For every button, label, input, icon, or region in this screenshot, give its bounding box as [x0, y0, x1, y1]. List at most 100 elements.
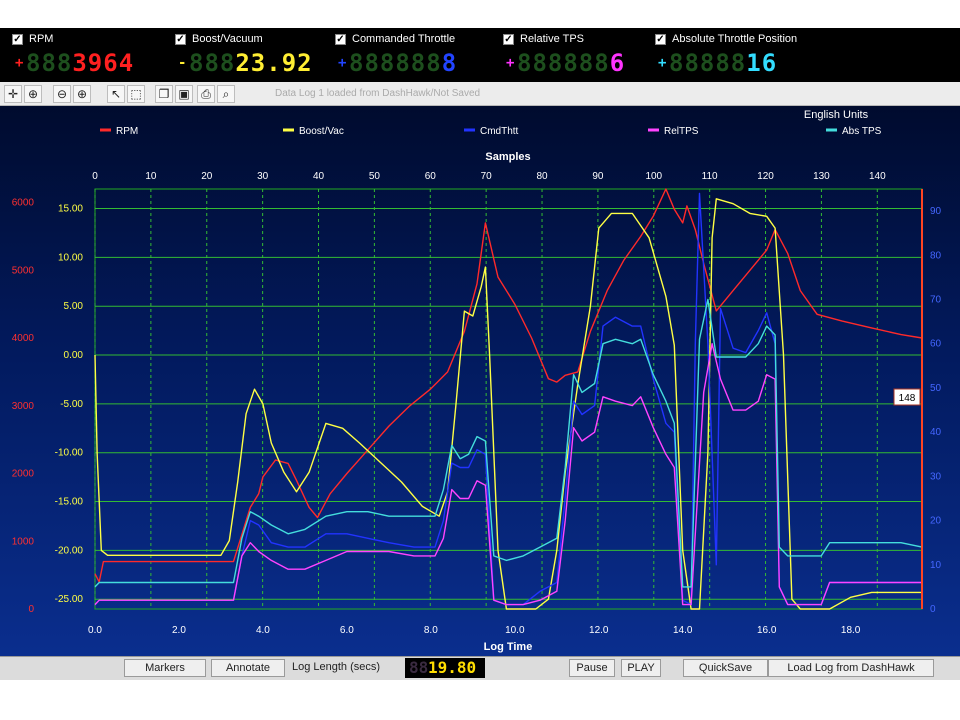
top-tick-label: 100: [645, 171, 662, 182]
rpm-tick-label: 5000: [12, 265, 35, 276]
quicksave-button[interactable]: QuickSave: [683, 659, 768, 677]
gauge-commanded-throttle: ✓ Commanded Throttle + 8888888: [335, 28, 500, 82]
commanded-throttle-checkbox[interactable]: ✓: [335, 34, 346, 45]
log-status-text: Data Log 1 loaded from DashHawk/Not Save…: [275, 88, 481, 99]
crosshair-icon[interactable]: ✛: [4, 85, 22, 103]
print-preview-icon[interactable]: ⌕: [217, 85, 235, 103]
relative-tps-ghost-digits: 888888: [517, 49, 610, 77]
units-label: English Units: [804, 109, 869, 121]
save-icon[interactable]: ▣: [175, 85, 193, 103]
top-tick-label: 110: [702, 171, 718, 182]
top-tick-label: 80: [536, 171, 548, 182]
relative-tps-sign: +: [506, 55, 515, 71]
time-tick-label: 8.0: [424, 625, 438, 636]
top-tick-label: 90: [592, 171, 604, 182]
rpm-tick-label: 2000: [12, 469, 35, 480]
boost-tick-label: -20.00: [55, 545, 84, 556]
rpm-tick-label: 1000: [12, 536, 35, 547]
time-tick-label: 2.0: [172, 625, 186, 636]
time-tick-label: 6.0: [340, 625, 354, 636]
tps-tick-label: 10: [930, 560, 942, 571]
page-footer-space: [0, 680, 960, 720]
time-tick-label: 18.0: [841, 625, 861, 636]
top-tick-label: 60: [425, 171, 437, 182]
gauge-bar: ✓ RPM + 8883964 ✓ Boost/Vacuum - 88823.9…: [0, 28, 960, 82]
log-time-axis-title: Log Time: [484, 641, 533, 653]
absolute-throttle-readout: 8888816: [669, 49, 777, 77]
top-tick-label: 0: [92, 171, 98, 182]
log-length-value: 19.80: [428, 658, 477, 677]
pause-button[interactable]: Pause: [569, 659, 615, 677]
chart-svg: RPM Boost/Vac CmdThtt RelTPS Abs TPS English…: [12, 109, 942, 653]
rpm-sign: +: [15, 55, 24, 71]
tps-tick-label: 20: [930, 516, 942, 527]
boost-tick-label: -15.00: [55, 497, 84, 508]
copy-icon[interactable]: ❐: [155, 85, 173, 103]
samples-axis-title: Samples: [485, 151, 530, 163]
gauge-relative-tps: ✓ Relative TPS + 8888886: [503, 28, 653, 82]
chart-series: [94, 188, 923, 610]
boost-value: 23.92: [235, 49, 313, 77]
series-line-reltps: [94, 342, 922, 606]
tps-tick-label: 70: [930, 295, 942, 306]
relative-tps-checkbox[interactable]: ✓: [503, 34, 514, 45]
tps-tick-label: 40: [930, 427, 942, 438]
absolute-throttle-label: Absolute Throttle Position: [672, 33, 798, 45]
tps-tick-label: 80: [930, 250, 942, 261]
rpm-tick-label: 6000: [12, 198, 35, 209]
print-icon[interactable]: ⎙: [197, 85, 215, 103]
tps-tick-label: 0: [930, 604, 936, 615]
time-tick-label: 16.0: [757, 625, 777, 636]
rpm-tick-label: 3000: [12, 401, 35, 412]
boost-tick-label: -5.00: [60, 399, 83, 410]
relative-tps-readout: 8888886: [517, 49, 625, 77]
commanded-throttle-readout: 8888888: [349, 49, 457, 77]
zoom-area-icon[interactable]: ⊕: [24, 85, 42, 103]
commanded-throttle-sign: +: [338, 55, 347, 71]
annotate-button[interactable]: Annotate: [211, 659, 285, 677]
commanded-throttle-ghost-digits: 888888: [349, 49, 442, 77]
rpm-readout: 8883964: [26, 49, 134, 77]
time-tick-label: 4.0: [256, 625, 270, 636]
boost-ghost-digits: 888: [189, 49, 236, 77]
top-tick-label: 10: [145, 171, 157, 182]
rpm-value: 3964: [72, 49, 135, 77]
boost-readout: 88823.92: [189, 49, 313, 77]
chart-area[interactable]: RPM Boost/Vac CmdThtt RelTPS Abs TPS English…: [0, 106, 960, 656]
dashhawk-app: ✓ RPM + 8883964 ✓ Boost/Vacuum - 88823.9…: [0, 0, 960, 720]
boost-checkbox[interactable]: ✓: [175, 34, 186, 45]
time-tick-label: 12.0: [589, 625, 609, 636]
play-button[interactable]: PLAY: [621, 659, 661, 677]
legend-label: Abs TPS: [842, 126, 882, 137]
top-tick-label: 70: [481, 171, 493, 182]
sample-cursor-label: 148: [899, 393, 916, 404]
tps-tick-label: 50: [930, 383, 942, 394]
top-tick-label: 30: [257, 171, 269, 182]
zoom-out-icon[interactable]: ⊖: [53, 85, 71, 103]
tps-tick-label: 60: [930, 339, 942, 350]
zoom-in-icon[interactable]: ⊕: [73, 85, 91, 103]
series-line-cmdthtt: [94, 192, 922, 606]
chart-toolbar: ✛ ⊕ ⊖ ⊕ ↖ ⬚ ❐ ▣ ⎙ ⌕ Data Log 1 loaded fr…: [0, 82, 960, 106]
gauge-rpm: ✓ RPM + 8883964: [12, 28, 172, 82]
top-tick-label: 20: [201, 171, 213, 182]
absolute-throttle-value: 16: [746, 49, 778, 77]
relative-tps-label: Relative TPS: [520, 33, 584, 45]
select-box-icon[interactable]: ⬚: [127, 85, 145, 103]
pointer-icon[interactable]: ↖: [107, 85, 125, 103]
top-tick-label: 40: [313, 171, 325, 182]
commanded-throttle-value: 8: [441, 49, 458, 77]
rpm-checkbox[interactable]: ✓: [12, 34, 23, 45]
boost-tick-label: 0.00: [64, 350, 84, 361]
rpm-label: RPM: [29, 33, 54, 45]
log-length-display: 88 19.80: [405, 658, 485, 678]
top-tick-label: 130: [813, 171, 830, 182]
markers-button[interactable]: Markers: [124, 659, 206, 677]
absolute-throttle-checkbox[interactable]: ✓: [655, 34, 666, 45]
load-log-button[interactable]: Load Log from DashHawk: [768, 659, 934, 677]
legend-label: CmdThtt: [480, 126, 519, 137]
legend-label: RelTPS: [664, 126, 699, 137]
commanded-throttle-label: Commanded Throttle: [352, 33, 456, 45]
boost-tick-label: -10.00: [55, 448, 84, 459]
series-line-abs-tps: [94, 298, 923, 588]
